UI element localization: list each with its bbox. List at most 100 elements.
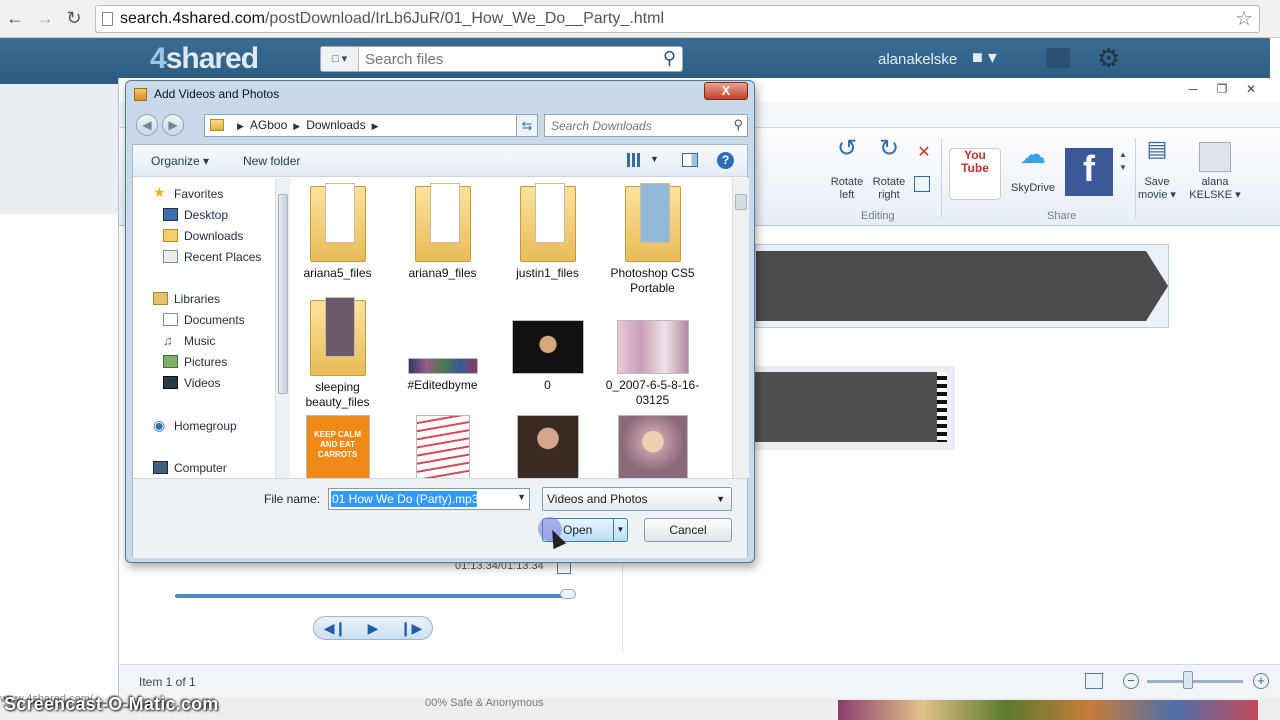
nav-music[interactable]: Music: [184, 334, 215, 348]
image-thumbnail: [617, 415, 688, 478]
user-avatar-icon[interactable]: ■ ▾: [972, 47, 1020, 73]
nav-documents[interactable]: Documents: [184, 313, 245, 327]
save-movie-button[interactable]: ▤ Save movie ▾: [1135, 138, 1179, 202]
file-name-input[interactable]: [331, 491, 477, 507]
previous-frame-icon[interactable]: ◀❙: [318, 619, 352, 637]
nav-computer[interactable]: Computer: [174, 461, 227, 475]
desktop-icon: [163, 208, 178, 221]
forward-icon[interactable]: ▶: [162, 114, 184, 136]
file-tile[interactable]: Photoshop CS5 Portable: [605, 183, 700, 296]
breadcrumb[interactable]: ▶AGboo▶Downloads▶ ▼: [204, 114, 537, 137]
close-icon[interactable]: X: [704, 82, 748, 100]
reload-icon[interactable]: ↻: [63, 7, 85, 29]
address-bar[interactable]: search.4shared.com/postDownload/IrLb6JuR…: [95, 5, 1260, 33]
search-input[interactable]: [365, 47, 645, 71]
chat-icon[interactable]: [1046, 48, 1070, 68]
close-icon[interactable]: ✕: [1237, 80, 1265, 98]
breadcrumb-item[interactable]: Downloads: [306, 118, 365, 132]
preview-pane-icon[interactable]: [682, 153, 698, 167]
refresh-icon[interactable]: ⇆: [516, 114, 538, 137]
nav-scrollbar[interactable]: [275, 178, 290, 478]
change-view-icon[interactable]: [627, 153, 641, 167]
seek-bar[interactable]: [175, 594, 570, 598]
search-icon[interactable]: ⚲: [733, 117, 743, 133]
zoom-slider-thumb[interactable]: [1183, 671, 1193, 689]
rotate-left-button[interactable]: ↺ Rotate left: [823, 135, 871, 202]
breadcrumb-chevron-icon[interactable]: ▶: [293, 121, 300, 131]
organize-button[interactable]: Organize ▾: [151, 154, 209, 168]
play-icon[interactable]: ▶: [356, 619, 390, 637]
breadcrumb-item[interactable]: AGboo: [250, 118, 287, 132]
search-icon[interactable]: ⚲: [663, 48, 676, 69]
nav-videos[interactable]: Videos: [184, 376, 220, 390]
nav-homegroup[interactable]: Homegroup: [174, 419, 237, 433]
search-downloads-input[interactable]: [545, 115, 725, 136]
storyboard-clip[interactable]: [755, 366, 955, 450]
file-tile[interactable]: [500, 415, 595, 478]
computer-icon: [153, 461, 168, 474]
file-tile[interactable]: KEEP CALM AND EAT CARROTS: [290, 415, 385, 478]
rotate-right-button[interactable]: ↻ Rotate right: [867, 135, 911, 202]
file-tile[interactable]: ariana5_files: [290, 183, 385, 281]
username[interactable]: alanakelske: [878, 51, 957, 68]
nav-desktop[interactable]: Desktop: [184, 208, 228, 222]
share-gallery-scroll[interactable]: ▲ ▼: [1119, 148, 1127, 174]
remove-icon[interactable]: ✕: [913, 145, 935, 161]
nav-recent-places[interactable]: Recent Places: [184, 250, 261, 264]
star-icon: ★: [153, 184, 166, 200]
zoom-out-icon[interactable]: −: [1123, 673, 1139, 689]
help-icon[interactable]: ?: [717, 152, 734, 169]
file-tile[interactable]: #Editedbyme: [395, 300, 490, 393]
file-tile[interactable]: ariana9_files: [395, 183, 490, 281]
facebook-icon[interactable]: f: [1065, 148, 1113, 196]
seek-thumb[interactable]: [560, 589, 576, 599]
nav-libraries[interactable]: Libraries: [174, 292, 220, 306]
dialog-titlebar: Add Videos and Photos X: [126, 81, 754, 108]
next-frame-icon[interactable]: ❙▶: [394, 619, 428, 637]
nav-pictures[interactable]: Pictures: [184, 355, 227, 369]
back-icon[interactable]: ◀: [136, 114, 158, 136]
nav-scroll-thumb[interactable]: [278, 194, 288, 394]
rotate-right-icon: ↻: [878, 135, 900, 162]
cancel-button[interactable]: Cancel: [644, 518, 732, 542]
search-type-dropdown[interactable]: □ ▾: [321, 47, 359, 71]
image-thumbnail: [407, 358, 478, 374]
open-split-arrow-icon[interactable]: ▼: [613, 519, 627, 541]
breadcrumb-chevron-icon[interactable]: ▶: [372, 121, 379, 131]
thumbnail-size-icon[interactable]: [1085, 673, 1103, 689]
homegroup-icon: ◉: [153, 417, 166, 433]
forward-arrow-icon[interactable]: →: [34, 7, 56, 29]
bookmark-star-icon[interactable]: ☆: [1235, 6, 1253, 32]
file-tile[interactable]: justin1_files: [500, 183, 595, 281]
minimize-icon[interactable]: ─: [1179, 80, 1207, 98]
rotate-left-icon: ↺: [836, 135, 858, 162]
site-logo[interactable]: 4shared: [150, 42, 259, 76]
file-scrollbar[interactable]: [732, 178, 749, 478]
zoom-in-icon[interactable]: +: [1253, 673, 1269, 689]
youtube-icon[interactable]: You Tube: [949, 148, 1001, 200]
nav-downloads[interactable]: Downloads: [184, 229, 243, 243]
dialog-bottom-panel: File name: ▼ Videos and Photos ▼ Open ▼ …: [133, 478, 747, 558]
chevron-down-icon[interactable]: ▼: [650, 154, 659, 164]
file-tile[interactable]: [395, 415, 490, 478]
file-scroll-thumb[interactable]: [735, 194, 747, 210]
page-side-panel: [0, 84, 120, 214]
back-arrow-icon[interactable]: ←: [4, 7, 26, 29]
zoom-slider[interactable]: [1147, 680, 1243, 683]
storyboard-clip[interactable]: [755, 244, 1169, 328]
file-tile[interactable]: 0_2007-6-5-8-16-03125: [605, 300, 700, 408]
file-tile[interactable]: [605, 415, 700, 478]
gear-icon[interactable]: ⚙: [1097, 43, 1120, 74]
file-tile[interactable]: 0: [500, 300, 595, 393]
nav-favorites[interactable]: Favorites: [174, 187, 223, 201]
new-folder-button[interactable]: New folder: [243, 154, 300, 168]
breadcrumb-chevron-icon[interactable]: ▶: [237, 121, 244, 131]
chevron-down-icon[interactable]: ▼: [517, 492, 526, 502]
user-account-button[interactable]: alana KELSKE ▾: [1189, 142, 1241, 202]
file-tile[interactable]: sleeping beauty_files: [290, 297, 385, 410]
skydrive-button[interactable]: ☁ SkyDrive: [1007, 141, 1059, 195]
file-type-select[interactable]: Videos and Photos ▼: [542, 487, 732, 511]
select-all-icon[interactable]: [914, 176, 930, 192]
folder-icon: [414, 183, 471, 262]
maximize-icon[interactable]: ❐: [1208, 80, 1236, 98]
